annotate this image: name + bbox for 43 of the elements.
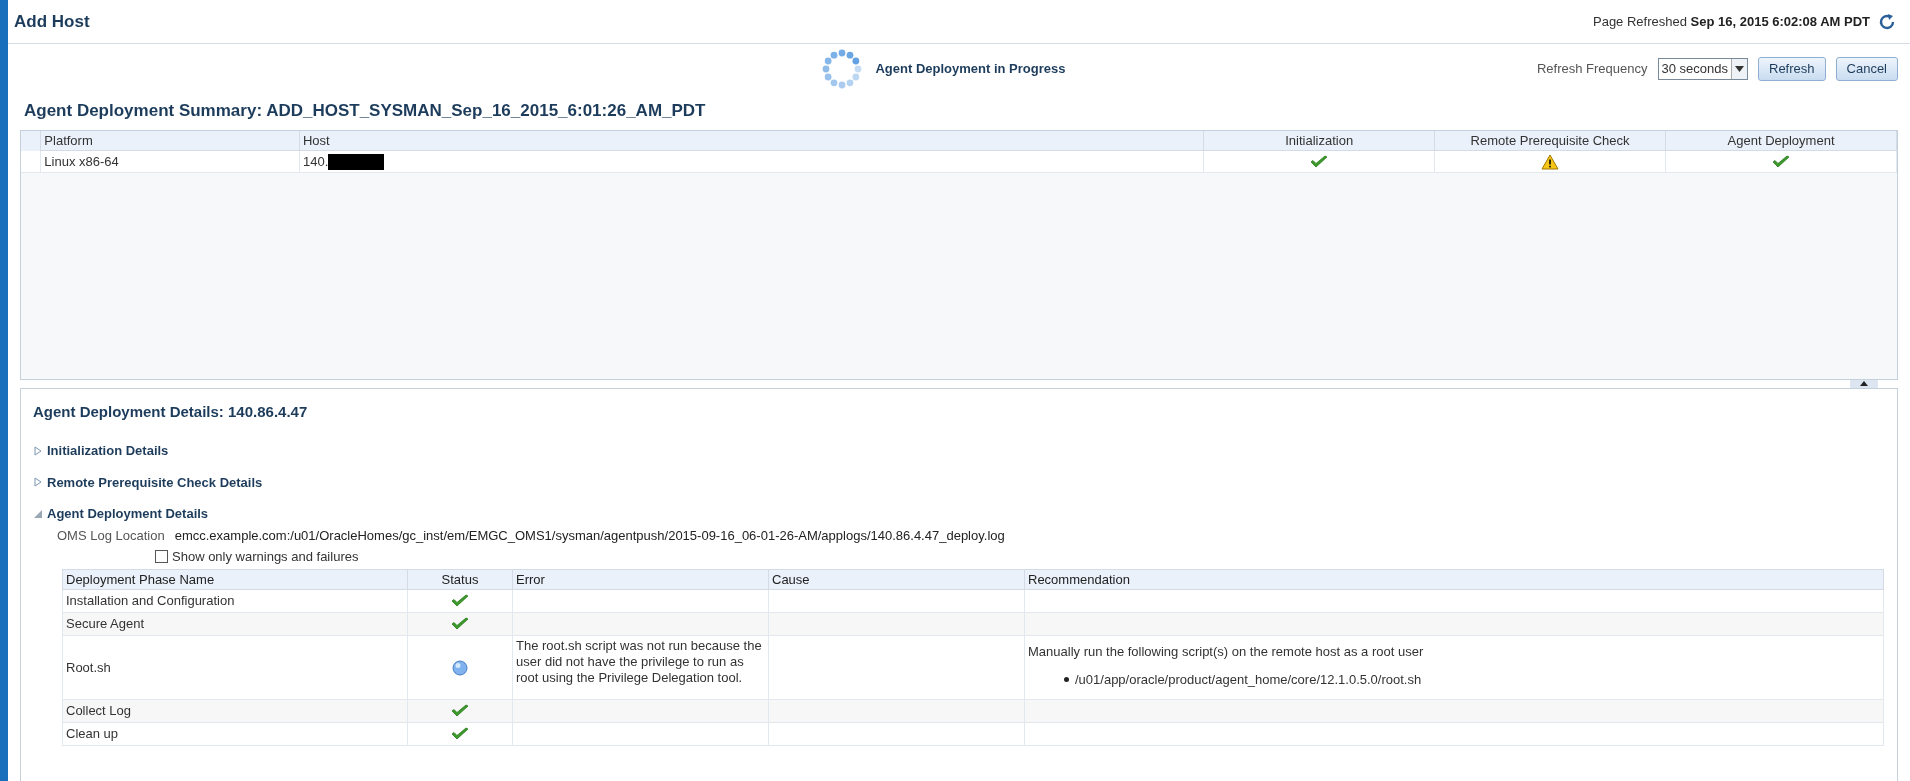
table-cell: Root.sh xyxy=(66,659,111,675)
section-toggle[interactable]: Remote Prerequisite Check Details xyxy=(47,472,263,492)
column-header: Host xyxy=(299,130,1204,151)
recommendation-text: Manually run the following script(s) on the remote host as a root user xyxy=(1028,643,1425,661)
progress-label: Agent Deployment in Progress xyxy=(875,60,1066,79)
column-header: Error xyxy=(512,569,769,590)
table-cell: Secure Agent xyxy=(66,616,145,632)
column-header: Cause xyxy=(768,569,1025,590)
refresh-icon[interactable] xyxy=(1878,12,1896,31)
table-cell: Installation and Configuration xyxy=(66,593,235,609)
section-toggle[interactable]: Initialization Details xyxy=(47,441,169,461)
log-location-value: emcc.example.com:/u01/OracleHomes/gc_inst/em/EMGC_OMS1/sysman/agentpush/2015-09-16_06-01-26-AM/applogs/140.86.4.47_deploy.log xyxy=(174,526,1005,545)
column-header: Recommendation xyxy=(1024,569,1884,590)
error-text: The root.sh script was not run because the user did not have the privilege to run as root using the Privilege Delegation tool. xyxy=(516,638,763,686)
column-header: Platform xyxy=(40,130,300,151)
column-header: Agent Deployment xyxy=(1665,130,1897,151)
bullet-icon xyxy=(1064,676,1069,682)
refresh-frequency-select[interactable]: 30 seconds xyxy=(1657,58,1748,80)
details-title: Agent Deployment Details: 140.86.4.47 xyxy=(33,402,308,420)
summary-title: Agent Deployment Summary: ADD_HOST_SYSMAN_Sep_16_2015_6:01:26_AM_PDT xyxy=(24,101,706,120)
refresh-button[interactable]: Refresh xyxy=(1758,57,1826,81)
caret-icon xyxy=(1735,66,1744,72)
table-cell: Linux x86-64 xyxy=(40,150,300,173)
collapse-handle[interactable] xyxy=(1850,379,1878,388)
collapsed-triangle-icon[interactable] xyxy=(33,445,43,456)
section-toggle[interactable]: Agent Deployment Details xyxy=(47,504,209,524)
column-header: Status xyxy=(407,569,513,590)
refresh-frequency-label: Refresh Frequency xyxy=(1536,60,1648,79)
table-cell: Collect Log xyxy=(66,703,132,719)
column-header: Deployment Phase Name xyxy=(62,569,408,590)
collapsed-triangle-icon[interactable] xyxy=(33,477,43,488)
table-cell: Clean up xyxy=(66,726,119,742)
refresh-status: Page Refreshed Sep 16, 2015 6:02:08 AM PDT xyxy=(1593,12,1870,31)
filter-label: Show only warnings and failures xyxy=(172,548,359,566)
script-path: /u01/app/oracle/product/agent_home/core/12.1.0.5.0/root.sh xyxy=(1075,670,1422,689)
host-text: 140. xyxy=(302,152,329,171)
column-header: Remote Prerequisite Check xyxy=(1434,130,1666,151)
column-header: Initialization xyxy=(1203,130,1435,151)
cancel-button[interactable]: Cancel xyxy=(1835,57,1898,81)
log-location-label: OMS Log Location xyxy=(57,526,165,545)
filter-checkbox[interactable] xyxy=(155,550,168,564)
spinner-icon xyxy=(821,48,864,90)
page-title: Add Host xyxy=(14,10,90,33)
